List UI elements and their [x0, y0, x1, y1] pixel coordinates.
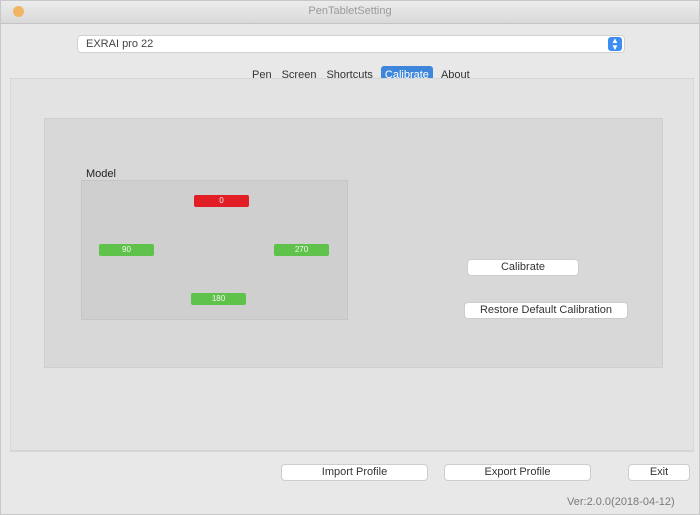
orientation-marker-bottom[interactable]: 180 — [191, 293, 246, 305]
device-select[interactable]: EXRAI pro 22 ▲ ▼ — [77, 35, 625, 53]
orientation-marker-left[interactable]: 90 — [99, 244, 154, 256]
calibrate-button[interactable]: Calibrate — [467, 259, 579, 276]
export-profile-button[interactable]: Export Profile — [444, 464, 591, 481]
device-select-value: EXRAI pro 22 — [86, 38, 154, 50]
exit-button[interactable]: Exit — [628, 464, 690, 481]
import-profile-button[interactable]: Import Profile — [281, 464, 428, 481]
version-label: Ver:2.0.0(2018-04-12) — [567, 496, 675, 508]
chevron-updown-icon[interactable]: ▲ ▼ — [608, 37, 622, 52]
orientation-marker-right[interactable]: 270 — [274, 244, 329, 256]
orientation-marker-top[interactable]: 0 — [194, 195, 249, 207]
divider — [10, 450, 692, 451]
title-bar: PenTabletSetting — [1, 1, 699, 24]
restore-default-calibration-button[interactable]: Restore Default Calibration — [464, 302, 628, 319]
model-label: Model — [86, 168, 116, 180]
window-title: PenTabletSetting — [308, 5, 392, 17]
